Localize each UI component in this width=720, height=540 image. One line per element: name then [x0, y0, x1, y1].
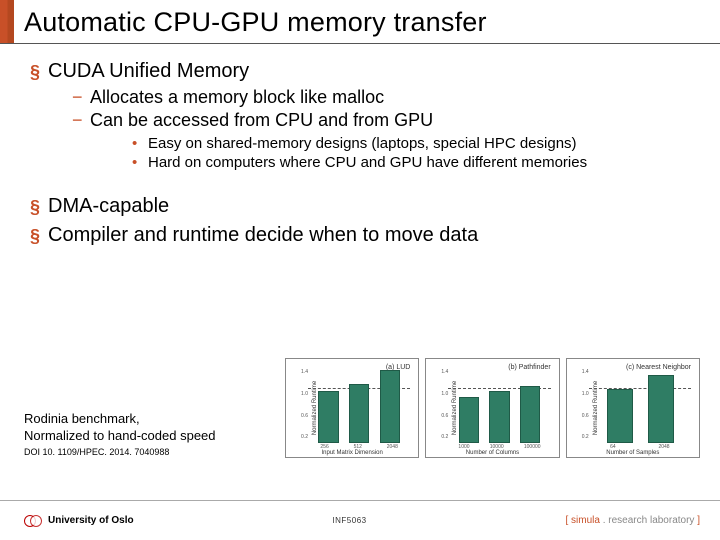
bracket-r: ]	[694, 515, 700, 526]
dot-list: Easy on shared-memory designs (laptops, …	[132, 135, 694, 171]
chart-yaxis: 0.20.61.01.4	[579, 367, 589, 443]
sub-allocates: Allocates a memory block like malloc	[72, 87, 694, 108]
caption-line1: Rodinia benchmark,	[24, 411, 279, 427]
chart-xlabel: Number of Columns	[466, 450, 519, 456]
footer: University of Oslo INF5063 [ simula . re…	[0, 500, 720, 540]
slide-title: Automatic CPU-GPU memory transfer	[24, 0, 487, 43]
bar	[520, 386, 540, 443]
bar	[489, 391, 509, 443]
chart-xlabel: Input Matrix Dimension	[321, 450, 382, 456]
dot-easy: Easy on shared-memory designs (laptops, …	[132, 135, 694, 152]
bar	[380, 370, 400, 443]
bullet-cuda-unified: CUDA Unified Memory Allocates a memory b…	[30, 60, 694, 171]
chart-plot	[308, 367, 410, 443]
caption-line2: Normalized to hand-coded speed	[24, 428, 279, 444]
sub-label: Can be accessed from CPU and from GPU	[90, 110, 433, 130]
bar	[318, 391, 338, 443]
footer-center: INF5063	[134, 516, 566, 525]
sub-list: Allocates a memory block like malloc Can…	[72, 87, 694, 171]
bar	[607, 389, 633, 443]
chart-pathfinder: (b) Pathfinder Normalized Runtime 0.20.6…	[425, 358, 559, 458]
chart-nn: (c) Nearest Neighbor Normalized Runtime …	[566, 358, 700, 458]
bar	[648, 375, 674, 443]
sub-accessed: Can be accessed from CPU and from GPU Ea…	[72, 110, 694, 171]
bullet-list-1: CUDA Unified Memory Allocates a memory b…	[30, 60, 694, 171]
ref-line	[589, 388, 691, 389]
chart-yaxis: 0.20.61.01.4	[298, 367, 308, 443]
dot-hard: Hard on computers where CPU and GPU have…	[132, 154, 694, 171]
bullet-compiler: Compiler and runtime decide when to move…	[30, 224, 694, 247]
bar	[349, 384, 369, 443]
bullet-list-2: DMA-capable Compiler and runtime decide …	[30, 195, 694, 247]
chart-plot	[589, 367, 691, 443]
title-row: Automatic CPU-GPU memory transfer	[0, 0, 720, 44]
simula-rest: research laboratory	[608, 515, 694, 526]
bullet-label: CUDA Unified Memory	[48, 60, 249, 82]
footer-right: [ simula . research laboratory ]	[565, 515, 700, 526]
doi-text: DOI 10. 1109/HPEC. 2014. 7040988	[24, 447, 279, 458]
chart-lud: (a) LUD Normalized Runtime 0.20.61.01.4 …	[285, 358, 419, 458]
chart-plot	[448, 367, 550, 443]
simula-name: simula	[571, 515, 600, 526]
footer-left: University of Oslo	[48, 515, 134, 526]
uio-logo-icon	[24, 512, 42, 530]
bar	[459, 397, 479, 443]
chart-yaxis: 0.20.61.01.4	[438, 367, 448, 443]
title-accent-bar	[0, 0, 14, 43]
bullet-dma: DMA-capable	[30, 195, 694, 218]
chart-xlabel: Number of Samples	[606, 450, 659, 456]
slide-body: CUDA Unified Memory Allocates a memory b…	[0, 44, 720, 247]
benchmark-caption: Rodinia benchmark, Normalized to hand-co…	[24, 411, 279, 458]
charts-row: Rodinia benchmark, Normalized to hand-co…	[24, 358, 700, 458]
